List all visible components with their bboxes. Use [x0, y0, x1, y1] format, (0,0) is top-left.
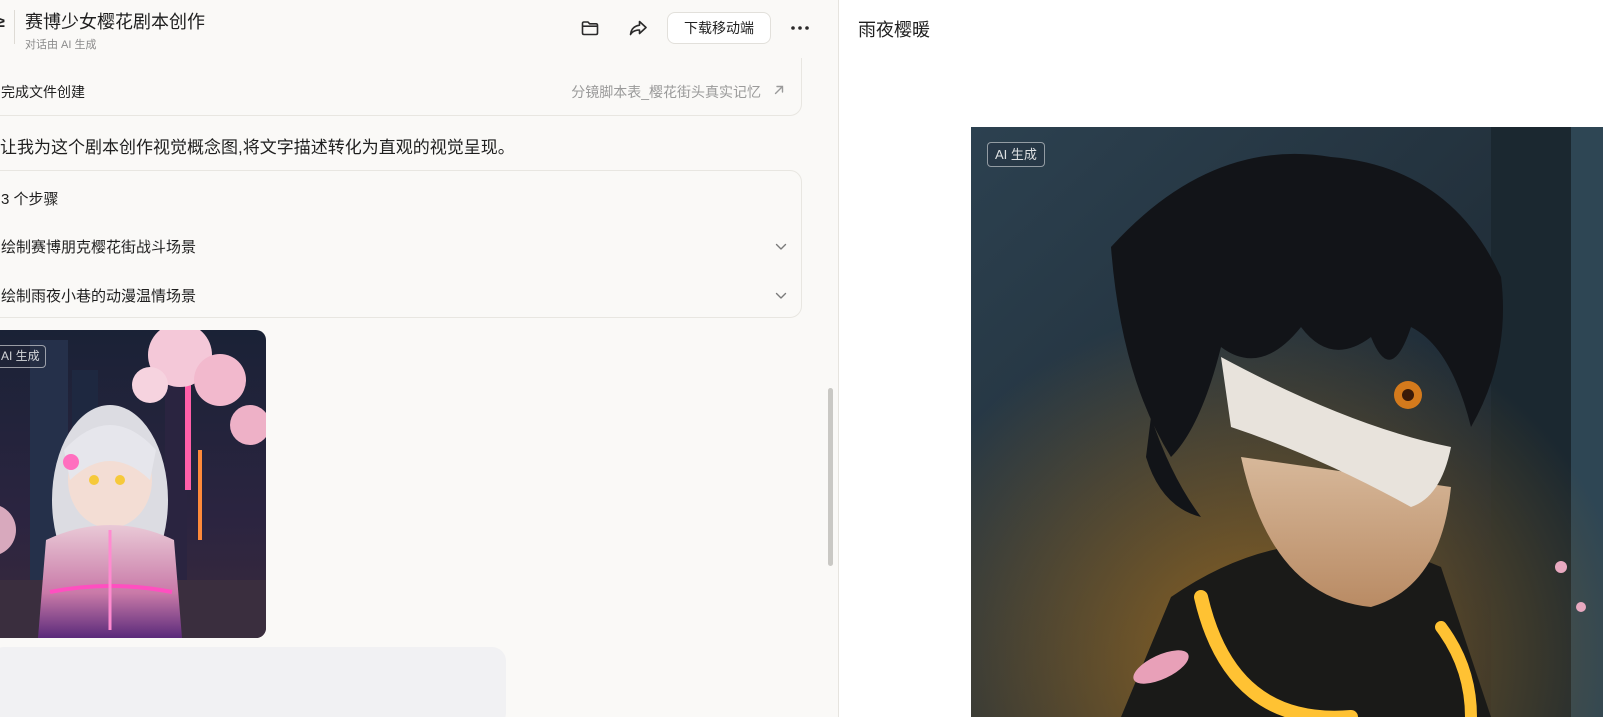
chevron-down-icon[interactable] [775, 238, 787, 256]
ai-generated-badge: AI 生成 [0, 345, 46, 368]
step-item[interactable]: 绘制雨夜小巷的动漫温情场景 [0, 273, 801, 313]
step-label: 绘制赛博朋克樱花街战斗场景 [1, 239, 197, 256]
step-item[interactable]: 绘制赛博朋克樱花街战斗场景 [0, 224, 801, 264]
steps-count[interactable]: 3 个步骤 [1, 188, 59, 209]
conversation-subtitle: 对话由 AI 生成 [25, 39, 97, 51]
arrow-up-right-icon[interactable] [773, 83, 785, 101]
conversation-title[interactable]: 赛博少女樱花剧本创作 [25, 8, 205, 34]
header-divider [14, 10, 15, 44]
file-created-card[interactable]: 完成文件创建 分镜脚本表_樱花街头真实记忆 [0, 58, 802, 116]
step-label: 绘制雨夜小巷的动漫温情场景 [1, 288, 197, 305]
more-icon[interactable] [786, 16, 814, 40]
preview-image[interactable] [971, 127, 1603, 717]
steps-card: 3 个步骤 绘制赛博朋克樱花街战斗场景 绘制雨夜小巷的动漫温情场景 [0, 170, 802, 318]
share-icon[interactable] [626, 16, 650, 40]
app-logo-icon[interactable]: ≥ [0, 14, 5, 32]
assistant-message: 让我为这个剧本创作视觉概念图,将文字描述转化为直观的视觉呈现。 [0, 138, 515, 157]
file-link[interactable]: 分镜脚本表_樱花街头真实记忆 [571, 82, 761, 102]
chat-panel: ≥ 赛博少女樱花剧本创作 对话由 AI 生成 下载移动端 完成文件创建 分镜脚本… [0, 0, 838, 717]
panel-divider[interactable] [838, 0, 839, 717]
download-mobile-button[interactable]: 下载移动端 [667, 12, 771, 44]
ai-generated-badge: AI 生成 [987, 142, 1045, 167]
folder-icon[interactable] [578, 16, 602, 40]
preview-title: 雨夜樱暖 [858, 20, 930, 40]
file-created-status: 完成文件创建 [1, 84, 85, 100]
chat-input[interactable] [0, 647, 506, 717]
chat-scrollbar[interactable] [828, 388, 833, 566]
chevron-down-icon[interactable] [775, 287, 787, 305]
generated-image-thumbnail[interactable] [0, 330, 266, 638]
